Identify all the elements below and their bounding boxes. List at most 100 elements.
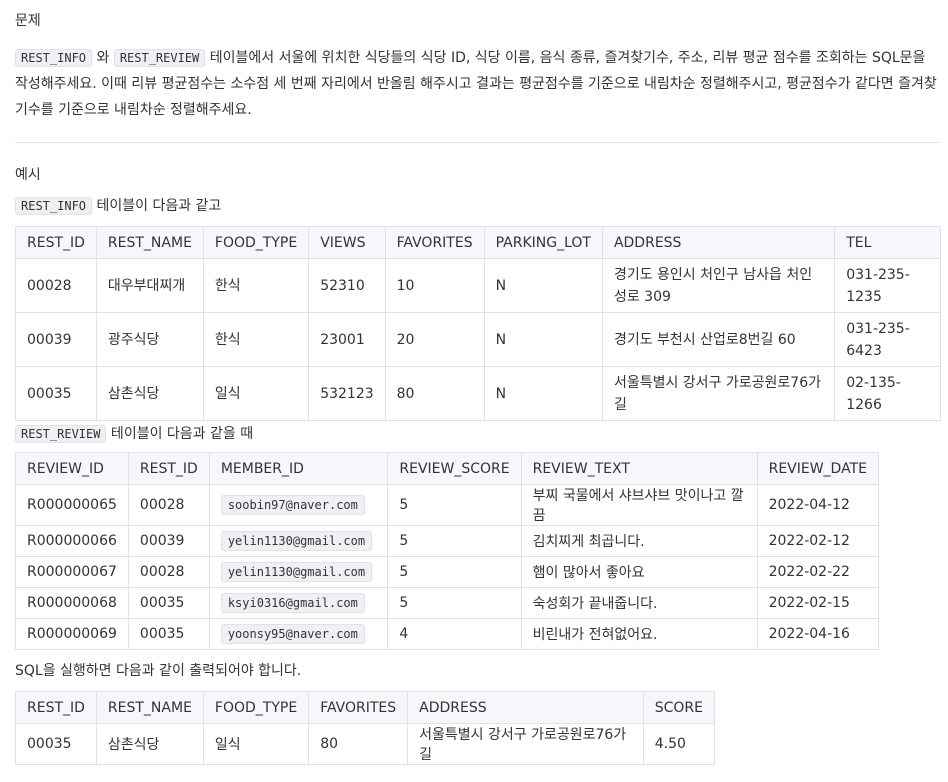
table-cell: 삼촌식당	[95, 366, 204, 421]
inline-code-rest-info: REST_INFO	[15, 197, 93, 215]
column-header: REST_ID	[15, 226, 97, 259]
column-header: REST_NAME	[95, 691, 204, 724]
column-header: ADDRESS	[601, 226, 836, 259]
table-cell: yelin1130@gmail.com	[208, 556, 389, 588]
column-header: MEMBER_ID	[208, 452, 389, 485]
member-id-code: soobin97@naver.com	[220, 495, 365, 515]
table-cell: 대우부대찌개	[95, 258, 204, 313]
table-cell: R000000069	[15, 618, 129, 650]
rest-info-caption: REST_INFO 테이블이 다음과 같고	[15, 195, 941, 217]
table-cell: 00028	[127, 556, 210, 588]
description-conjunction: 와	[92, 50, 114, 66]
table-cell: 00028	[15, 258, 97, 313]
table-cell: N	[483, 258, 603, 313]
table-cell: 00039	[127, 525, 210, 557]
table-cell: 비린내가 전혀없어요.	[520, 618, 758, 650]
table-cell: 2022-02-22	[756, 556, 880, 588]
table-cell: 031-235-1235	[834, 258, 941, 313]
table-cell: 20	[384, 312, 485, 367]
table-cell: 00035	[127, 587, 210, 619]
table-cell: 숙성회가 끝내줍니다.	[520, 587, 758, 619]
table-cell: ksyi0316@gmail.com	[208, 587, 389, 619]
table-row: 00035 삼촌식당 일식 80 서울특별시 강서구 가로공원로76가길 4.5…	[15, 723, 716, 765]
table-cell: 햄이 많아서 좋아요	[520, 556, 758, 588]
result-table: REST_ID REST_NAME FOOD_TYPE FAVORITES AD…	[15, 691, 716, 765]
table-cell: 10	[384, 258, 485, 313]
column-header: REVIEW_SCORE	[387, 452, 522, 485]
problem-page: 문제 REST_INFO 와 REST_REVIEW 테이블에서 서울에 위치한…	[0, 0, 941, 765]
table-cell: 일식	[202, 723, 310, 765]
table-row: R000000067 00028 yelin1130@gmail.com 5 햄…	[15, 556, 880, 588]
table-cell: N	[483, 312, 603, 367]
problem-heading: 문제	[15, 13, 41, 29]
table-cell: 경기도 용인시 처인구 남사읍 처인성로 309	[601, 258, 836, 313]
table-cell: 광주식당	[95, 312, 204, 367]
table-cell: 532123	[308, 366, 386, 421]
table-cell: 서울특별시 강서구 가로공원로76가길	[601, 366, 836, 421]
table-row: 00028 대우부대찌개 한식 52310 10 N 경기도 용인시 처인구 남…	[15, 258, 941, 313]
column-header: VIEWS	[308, 226, 386, 259]
table-cell: 2022-04-12	[756, 484, 880, 526]
column-header: TEL	[834, 226, 941, 259]
table-cell: 23001	[308, 312, 386, 367]
table-cell: soobin97@naver.com	[208, 484, 389, 526]
table-cell: yelin1130@gmail.com	[208, 525, 389, 557]
table-cell: 5	[387, 587, 522, 619]
table-row: R000000066 00039 yelin1130@gmail.com 5 김…	[15, 525, 880, 557]
column-header: FAVORITES	[384, 226, 485, 259]
inline-code-rest-info: REST_INFO	[15, 49, 93, 67]
column-header: ADDRESS	[407, 691, 644, 724]
table-cell: 80	[384, 366, 485, 421]
rest-review-caption: REST_REVIEW 테이블이 다음과 같을 때	[15, 423, 941, 445]
table-cell: 00035	[15, 366, 97, 421]
table-cell: R000000067	[15, 556, 129, 588]
table-header-row: REST_ID REST_NAME FOOD_TYPE VIEWS FAVORI…	[15, 226, 941, 259]
table-cell: R000000065	[15, 484, 129, 526]
table-row: 00035 삼촌식당 일식 532123 80 N 서울특별시 강서구 가로공원…	[15, 366, 941, 421]
column-header: REVIEW_ID	[15, 452, 129, 485]
member-id-code: ksyi0316@gmail.com	[220, 593, 365, 613]
table-header-row: REVIEW_ID REST_ID MEMBER_ID REVIEW_SCORE…	[15, 452, 880, 485]
table-cell: R000000068	[15, 587, 129, 619]
table-cell: 삼촌식당	[95, 723, 204, 765]
table-row: R000000065 00028 soobin97@naver.com 5 부찌…	[15, 484, 880, 526]
table-cell: 00035	[15, 723, 97, 765]
problem-description: REST_INFO 와 REST_REVIEW 테이블에서 서울에 위치한 식당…	[15, 45, 940, 123]
table-cell: 02-135-1266	[834, 366, 941, 421]
table-cell: 80	[308, 723, 409, 765]
column-header: REVIEW_TEXT	[520, 452, 758, 485]
table-cell: 부찌 국물에서 샤브샤브 맛이나고 깔끔	[520, 484, 758, 526]
column-header: PARKING_LOT	[483, 226, 603, 259]
column-header: SCORE	[642, 691, 716, 724]
caption-text: 테이블이 다음과 같고	[92, 198, 222, 214]
table-cell: 5	[387, 556, 522, 588]
table-cell: R000000066	[15, 525, 129, 557]
section-divider	[15, 142, 941, 143]
table-cell: yoonsy95@naver.com	[208, 618, 389, 650]
table-cell: 52310	[308, 258, 386, 313]
inline-code-rest-review: REST_REVIEW	[15, 425, 107, 443]
column-header: REST_ID	[15, 691, 97, 724]
table-row: R000000068 00035 ksyi0316@gmail.com 5 숙성…	[15, 587, 880, 619]
table-row: R000000069 00035 yoonsy95@naver.com 4 비린…	[15, 618, 880, 650]
column-header: REVIEW_DATE	[756, 452, 880, 485]
table-cell: 00035	[127, 618, 210, 650]
table-cell: 031-235-6423	[834, 312, 941, 367]
table-cell: 일식	[202, 366, 310, 421]
table-cell: 4	[387, 618, 522, 650]
table-row: 00039 광주식당 한식 23001 20 N 경기도 부천시 산업로8번길 …	[15, 312, 941, 367]
column-header: FOOD_TYPE	[202, 691, 310, 724]
table-cell: 한식	[202, 312, 310, 367]
caption-text: 테이블이 다음과 같을 때	[106, 426, 254, 442]
table-cell: 2022-02-12	[756, 525, 880, 557]
table-cell: 김치찌게 최곱니다.	[520, 525, 758, 557]
table-cell: 2022-04-16	[756, 618, 880, 650]
column-header: FAVORITES	[308, 691, 409, 724]
column-header: REST_NAME	[95, 226, 204, 259]
table-header-row: REST_ID REST_NAME FOOD_TYPE FAVORITES AD…	[15, 691, 716, 724]
table-cell: 00028	[127, 484, 210, 526]
table-cell: 4.50	[642, 723, 716, 765]
inline-code-rest-review: REST_REVIEW	[113, 49, 206, 67]
table-cell: 5	[387, 525, 522, 557]
member-id-code: yoonsy95@naver.com	[220, 624, 365, 644]
